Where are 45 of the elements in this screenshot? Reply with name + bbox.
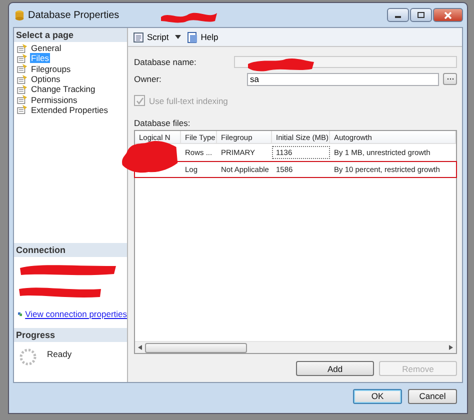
progress-spinner-icon bbox=[19, 348, 37, 366]
add-button[interactable]: Add bbox=[296, 361, 374, 376]
help-icon bbox=[186, 32, 198, 42]
close-button[interactable] bbox=[433, 8, 463, 22]
page-icon bbox=[17, 95, 28, 104]
sidebar-item[interactable]: General bbox=[30, 43, 62, 54]
sidebar-item[interactable]: Change Tracking bbox=[30, 84, 96, 94]
browse-button[interactable] bbox=[443, 73, 457, 85]
sidebar-item[interactable]: Options bbox=[30, 74, 62, 84]
page-icon bbox=[17, 44, 28, 53]
page-icon bbox=[17, 84, 28, 94]
sidebar-item[interactable]: Filegroups bbox=[30, 64, 72, 74]
dialog-button[interactable]: Cancel bbox=[408, 388, 457, 404]
database-icon bbox=[15, 10, 24, 20]
field-label: Database name: bbox=[134, 57, 198, 67]
sidebar-item[interactable]: Extended Properties bbox=[30, 104, 110, 115]
scroll-right-icon[interactable] bbox=[449, 345, 453, 350]
owner-field[interactable]: sa bbox=[247, 72, 439, 86]
section-header: Select a page bbox=[14, 28, 127, 42]
section-header: Connection bbox=[14, 243, 127, 257]
redaction-scribble bbox=[246, 57, 316, 73]
section-header: Progress bbox=[14, 328, 127, 342]
maximize-icon bbox=[417, 12, 425, 18]
page-icon bbox=[17, 105, 28, 114]
scroll-left-icon[interactable] bbox=[138, 345, 142, 350]
script-dropdown-button[interactable] bbox=[172, 34, 183, 40]
view-connection-properties-link[interactable]: View connection properties bbox=[25, 309, 127, 319]
minimize-button[interactable] bbox=[387, 8, 409, 22]
checkbox-label: Use full-text indexing bbox=[149, 96, 228, 106]
page-icon bbox=[17, 74, 28, 84]
sidebar-item[interactable]: Permissions bbox=[30, 94, 78, 105]
maximize-button[interactable] bbox=[410, 8, 432, 22]
window-title: Database Properties bbox=[28, 10, 120, 20]
page-icon bbox=[17, 64, 28, 74]
progress-status: Ready bbox=[47, 349, 72, 359]
close-icon bbox=[444, 12, 452, 18]
page-icon bbox=[17, 54, 28, 63]
caret-icon bbox=[174, 35, 181, 39]
horizontal-scrollbar[interactable] bbox=[135, 341, 456, 353]
section-label: Database files: bbox=[134, 118, 192, 128]
script-icon bbox=[133, 32, 144, 42]
script-button[interactable]: Script bbox=[131, 30, 171, 44]
dialog-button[interactable]: OK bbox=[353, 388, 402, 404]
field-label: Owner: bbox=[134, 74, 162, 84]
help-button[interactable]: Help bbox=[184, 30, 220, 44]
